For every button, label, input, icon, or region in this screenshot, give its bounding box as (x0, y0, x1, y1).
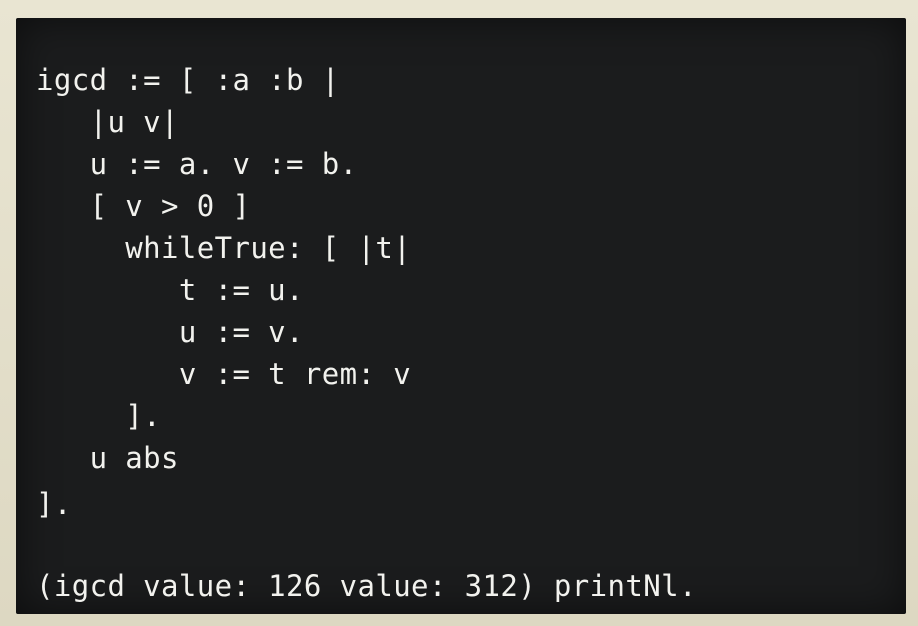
code-line-4: [ v > 0 ] (36, 189, 251, 223)
screen-frame: igcd := [ :a :b | |u v| u := a. v := b. … (0, 0, 918, 626)
code-line-2: |u v| (36, 105, 179, 139)
code-line-1: igcd := [ :a :b | (36, 63, 340, 97)
code-line-12: (igcd value: 126 value: 312) printNl. (36, 569, 697, 603)
code-line-5: whileTrue: [ |t| (36, 231, 412, 265)
code-line-9: ]. (36, 399, 162, 433)
code-line-3: u := a. v := b. (36, 147, 358, 181)
code-line-8: v := t rem: v (36, 357, 412, 391)
code-line-6: t := u. (36, 273, 304, 307)
code-line-11: ]. (36, 487, 72, 521)
code-display: igcd := [ :a :b | |u v| u := a. v := b. … (16, 18, 906, 614)
code-line-10: u abs (36, 441, 179, 475)
code-line-7: u := v. (36, 315, 304, 349)
